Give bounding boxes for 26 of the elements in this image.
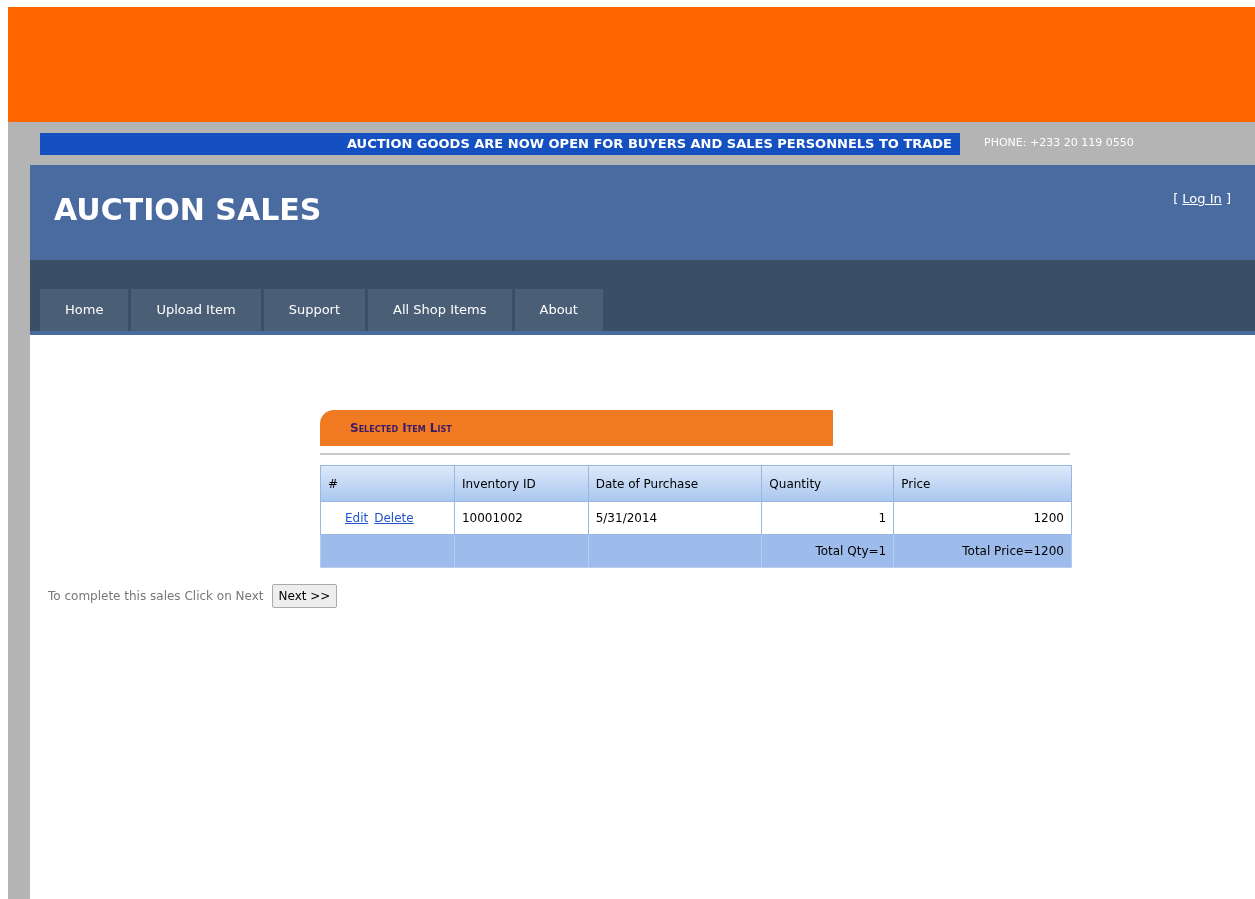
column-header: Inventory ID	[454, 465, 589, 502]
nav-tab[interactable]: Home	[40, 289, 129, 331]
next-button[interactable]: Next >>	[271, 584, 338, 608]
table-cell: 5/31/2014	[588, 501, 762, 535]
login-link[interactable]: Log In	[1182, 191, 1222, 206]
table-cell: 1	[761, 501, 894, 535]
row-action-link[interactable]: Delete	[374, 511, 414, 525]
nav-tab[interactable]: Support	[263, 289, 366, 331]
nav-tab[interactable]: About	[514, 289, 603, 331]
column-header: Price	[893, 465, 1072, 502]
table-cell: 1200	[893, 501, 1072, 535]
login-text: [ Log In ]	[1173, 190, 1231, 208]
phone-text: PHONE: +233 20 119 0550	[984, 135, 1134, 152]
site-title: AUCTION SALES	[54, 191, 322, 229]
row-action-link[interactable]: Edit	[345, 511, 369, 525]
total-quantity: Total Qty=1	[761, 534, 894, 568]
marquee-text: AUCTION GOODS ARE NOW OPEN FOR BUYERS AND SALES PERSONNELS TO TRADE	[40, 132, 960, 155]
column-header: Quantity	[761, 465, 894, 502]
column-header: #	[320, 465, 455, 502]
column-header: Date of Purchase	[588, 465, 762, 502]
panel-title: Selected Item List	[350, 420, 452, 437]
table-cell: 10001002	[454, 501, 589, 535]
nav-tab[interactable]: Upload Item	[131, 289, 261, 331]
nav-tab[interactable]: All Shop Items	[368, 289, 512, 331]
instruction-text: To complete this sales Click on Next	[48, 588, 264, 605]
total-price: Total Price=1200	[893, 534, 1072, 568]
